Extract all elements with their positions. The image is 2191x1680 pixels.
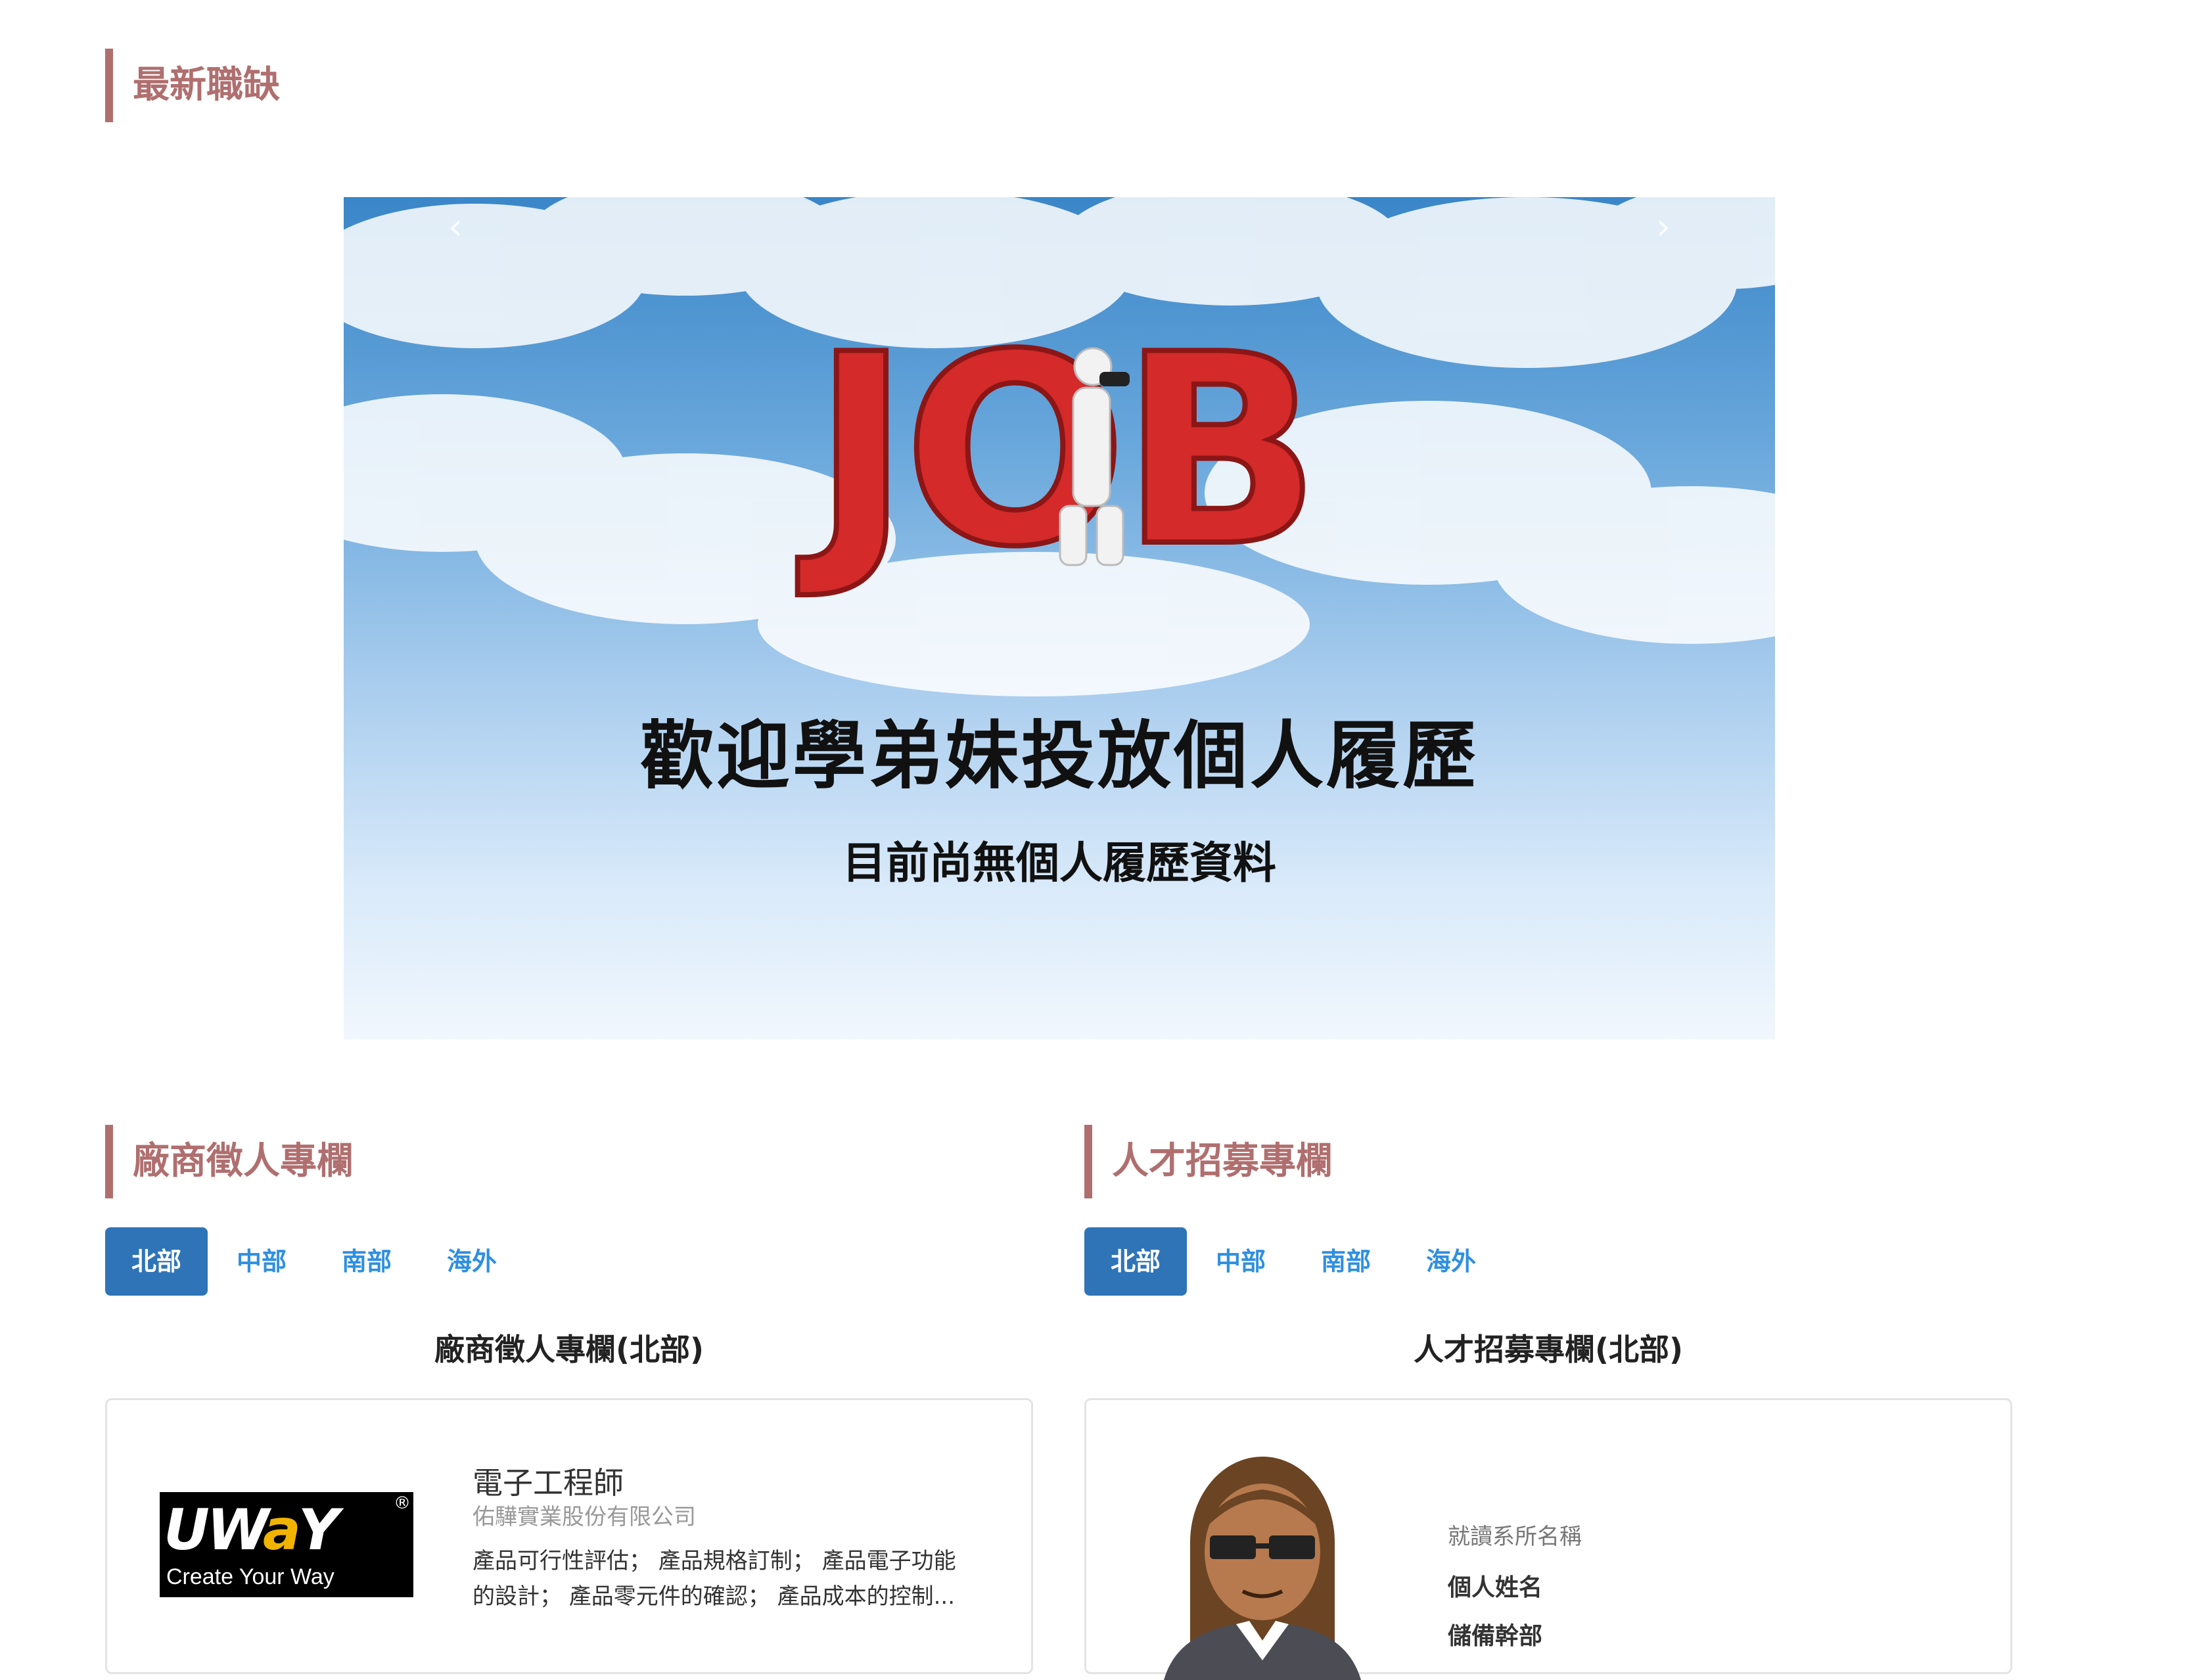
carousel-prev-icon[interactable]: ‹ (436, 208, 475, 247)
employer-tab-overseas[interactable]: 海外 (421, 1227, 523, 1296)
talent-department: 就讀系所名稱 (1448, 1524, 1582, 1550)
talent-role: 儲備幹部 (1448, 1623, 1543, 1650)
job-title[interactable]: 電子工程師 (473, 1459, 624, 1503)
job-logo-text: JOB (796, 299, 1314, 604)
company-name: 佑驊實業股份有限公司 (473, 1504, 696, 1530)
employer-tab-central[interactable]: 中部 (210, 1227, 313, 1296)
talent-tab-south[interactable]: 南部 (1295, 1227, 1397, 1296)
talent-column-heading: 人才招募專欄(北部) (1413, 1332, 1684, 1367)
person-avatar-icon (1164, 1457, 1361, 1680)
company-logo: UWaY ® Create Your Way (160, 1492, 413, 1597)
talent-region-tabs: 北部 中部 南部 海外 (1084, 1227, 1505, 1296)
registered-mark: ® (394, 1493, 411, 1513)
employer-tab-south[interactable]: 南部 (315, 1227, 418, 1296)
job-description: 產品可行性評估； 產品規格訂制； 產品電子功能的設計； 產品零元件的確認； 產品… (473, 1548, 956, 1610)
talent-profile-card[interactable]: 就讀系所名稱 個人姓名 儲備幹部 (1084, 1398, 2012, 1680)
latest-jobs-title: 最新職缺 (105, 49, 280, 122)
employer-section-title: 廠商徵人專欄 (105, 1125, 354, 1198)
company-logo-wordmark: UWaY (164, 1497, 339, 1563)
banner-subtext: 目前尚無個人履歷資料 (842, 838, 1276, 888)
employer-region-tabs: 北部 中部 南部 海外 (105, 1227, 526, 1296)
talent-tab-overseas[interactable]: 海外 (1400, 1227, 1502, 1296)
talent-name[interactable]: 個人姓名 (1448, 1568, 1542, 1602)
job-logo-graphic: JOB (793, 296, 1324, 607)
banner-headline: 歡迎學弟妹投放個人履歷 (640, 714, 1479, 799)
carousel-next-icon[interactable]: › (1644, 208, 1683, 247)
banner-background: JOB (344, 197, 1775, 696)
employer-column-heading: 廠商徵人專欄(北部) (434, 1332, 704, 1367)
talent-tab-central[interactable]: 中部 (1189, 1227, 1292, 1296)
talent-tab-north[interactable]: 北部 (1084, 1227, 1188, 1296)
job-listing-card[interactable]: UWaY ® Create Your Way 電子工程師 佑驊實業股份有限公司 … (105, 1398, 1033, 1674)
employer-tab-north[interactable]: 北部 (105, 1227, 208, 1296)
talent-section-title: 人才招募專欄 (1084, 1125, 1333, 1198)
job-banner-carousel[interactable]: JOB ‹ › 歡迎學弟妹投放個人履歷 目前尚無個人履歷資料 (344, 197, 1775, 1039)
company-logo-tagline: Create Your Way (166, 1564, 334, 1589)
